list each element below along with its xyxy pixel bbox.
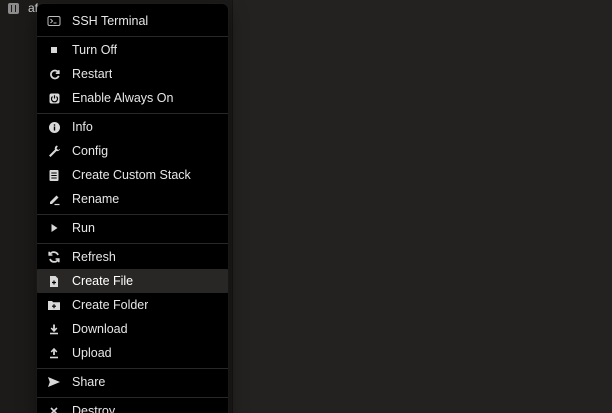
restart-icon [46,66,62,82]
menu-item-label: Download [72,322,128,336]
menu-item-refresh[interactable]: Refresh [37,245,228,269]
stack-icon [46,167,62,183]
menu-item-label: Upload [72,346,112,360]
menu-item-create-folder[interactable]: Create Folder [37,293,228,317]
menu-item-label: Create Custom Stack [72,168,191,182]
main-workspace [233,0,612,413]
menu-separator [37,36,228,37]
context-menu: SSH Terminal Turn Off Restart Enable Alw… [37,4,228,413]
info-icon [46,119,62,135]
menu-item-create-file[interactable]: Create File [37,269,228,293]
menu-item-label: Refresh [72,250,116,264]
refresh-icon [46,249,62,265]
menu-item-restart[interactable]: Restart [37,62,228,86]
close-icon [46,403,62,413]
menu-item-label: Create Folder [72,298,149,312]
menu-item-ssh-terminal[interactable]: SSH Terminal [37,9,228,33]
menu-item-label: Share [72,375,106,389]
share-icon [46,374,62,390]
menu-item-label: Rename [72,192,120,206]
menu-item-rename[interactable]: Rename [37,187,228,211]
menu-item-turn-off[interactable]: Turn Off [37,38,228,62]
menu-item-label: Turn Off [72,43,118,57]
menu-item-label: Create File [72,274,134,288]
power-icon [46,90,62,106]
menu-item-download[interactable]: Download [37,317,228,341]
menu-separator [37,243,228,244]
menu-item-label: Info [72,120,93,134]
menu-item-enable-always-on[interactable]: Enable Always On [37,86,228,110]
menu-item-config[interactable]: Config [37,139,228,163]
menu-separator [37,113,228,114]
menu-item-label: Run [72,221,95,235]
menu-item-run[interactable]: Run [37,216,228,240]
play-icon [46,220,62,236]
wrench-icon [46,143,62,159]
vm-icon [8,2,19,14]
menu-item-share[interactable]: Share [37,370,228,394]
new-file-icon [46,273,62,289]
menu-item-label: Destroy [72,404,116,413]
menu-separator [37,214,228,215]
menu-separator [37,368,228,369]
menu-item-label: Enable Always On [72,91,174,105]
pencil-icon [46,191,62,207]
menu-item-create-custom-stack[interactable]: Create Custom Stack [37,163,228,187]
menu-item-upload[interactable]: Upload [37,341,228,365]
stop-icon [46,42,62,58]
menu-item-label: Restart [72,67,113,81]
menu-separator [37,397,228,398]
new-folder-icon [46,297,62,313]
terminal-icon [46,13,62,29]
app-window: af SSH Terminal Turn Off Restart Enable … [0,0,612,413]
menu-item-label: SSH Terminal [72,14,149,28]
download-icon [46,321,62,337]
menu-item-info[interactable]: Info [37,115,228,139]
upload-icon [46,345,62,361]
menu-item-destroy[interactable]: Destroy [37,399,228,413]
menu-item-label: Config [72,144,109,158]
